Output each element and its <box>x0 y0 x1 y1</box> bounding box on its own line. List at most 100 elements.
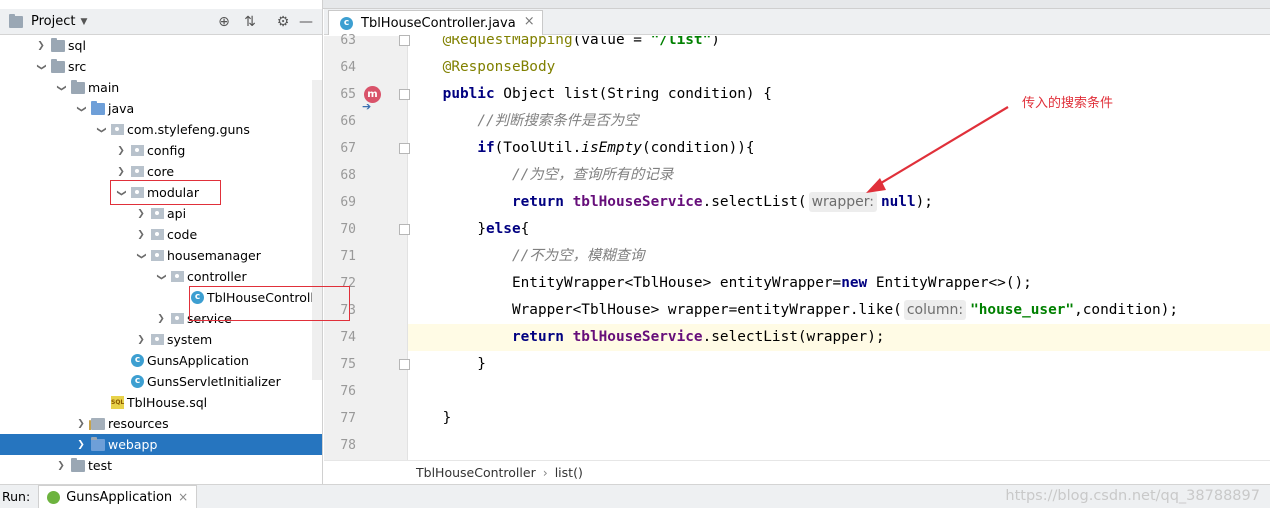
collapse-all-icon[interactable]: ⇅ <box>241 13 259 31</box>
line-number: 76 <box>340 384 356 399</box>
collapsed-arrow-icon[interactable] <box>74 418 88 429</box>
project-view-selector[interactable]: Project ▼ <box>6 13 87 29</box>
collapsed-arrow-icon[interactable] <box>154 313 168 324</box>
tree-item[interactable]: controller <box>0 266 322 287</box>
code-token: return <box>511 194 564 210</box>
code-line[interactable]: Wrapper<TblHouse> wrapper=entityWrapper.… <box>408 297 1270 324</box>
tree-item[interactable]: core <box>0 161 322 182</box>
tree-item[interactable]: code <box>0 224 322 245</box>
collapsed-arrow-icon[interactable] <box>54 460 68 471</box>
run-tab-gunsapplication[interactable]: GunsApplication × <box>38 485 198 508</box>
code-token: .selectList(wrapper); <box>702 329 885 345</box>
code-line[interactable]: public Object list(String condition) { <box>408 81 1270 108</box>
collapsed-arrow-icon[interactable] <box>114 166 128 177</box>
tab-tblhousecontroller[interactable]: TblHouseController.java × <box>328 10 543 35</box>
code-line[interactable]: }else{ <box>408 216 1270 243</box>
expanded-arrow-icon[interactable] <box>74 103 88 114</box>
tree-item[interactable]: GunsApplication <box>0 350 322 371</box>
code-token: Object list(String condition) { <box>494 86 772 102</box>
collapsed-arrow-icon[interactable] <box>134 229 148 240</box>
breadcrumb-method[interactable]: list() <box>555 465 583 480</box>
expanded-arrow-icon[interactable] <box>154 271 168 282</box>
tree-item[interactable]: main <box>0 77 322 98</box>
tree-item[interactable]: java <box>0 98 322 119</box>
line-number: 63 <box>340 33 356 48</box>
gear-icon[interactable]: ⚙ <box>274 13 292 31</box>
pkg-icon <box>131 166 144 177</box>
tree-item-label: GunsServletInitializer <box>147 374 281 389</box>
code-line[interactable] <box>408 378 1270 405</box>
expanded-arrow-icon[interactable] <box>94 124 108 135</box>
tree-item[interactable]: sql <box>0 35 322 56</box>
breadcrumb-class[interactable]: TblHouseController <box>416 465 536 480</box>
spring-boot-icon <box>47 490 61 504</box>
line-number: 75 <box>340 357 356 372</box>
locate-target-icon[interactable]: ⊕ <box>215 13 233 31</box>
expanded-arrow-icon[interactable] <box>134 250 148 261</box>
tree-scrollbar[interactable] <box>312 80 322 380</box>
code-token: { <box>520 221 530 237</box>
code-line[interactable]: @RequestMapping(value = "/list") <box>408 36 1270 54</box>
highlight-box-controller-file <box>189 286 350 321</box>
code-line[interactable]: } <box>408 351 1270 378</box>
expanded-arrow-icon[interactable] <box>54 82 68 93</box>
code-line[interactable] <box>408 432 1270 459</box>
tree-item[interactable]: src <box>0 56 322 77</box>
code-line[interactable]: return tblHouseService.selectList(wrappe… <box>408 324 1270 351</box>
parameter-hint: column: <box>903 300 967 320</box>
code-line[interactable]: return tblHouseService.selectList(wrappe… <box>408 189 1270 216</box>
code-token: ,condition); <box>1074 302 1179 318</box>
request-mapping-arrow-icon[interactable]: ➔ <box>362 100 371 113</box>
tree-item[interactable]: system <box>0 329 322 350</box>
close-icon[interactable]: × <box>524 14 535 29</box>
tree-item-label: config <box>147 143 186 158</box>
code-line[interactable]: } <box>408 405 1270 432</box>
code-token: (value = <box>572 36 651 48</box>
close-icon[interactable]: × <box>178 490 188 504</box>
code-line[interactable]: //为空，查询所有的记录 <box>408 162 1270 189</box>
tree-item-label: webapp <box>108 437 158 452</box>
tree-item[interactable]: resources <box>0 413 322 434</box>
folder-icon <box>71 457 85 472</box>
collapsed-arrow-icon[interactable] <box>114 145 128 156</box>
line-number: 77 <box>340 411 356 426</box>
code-line[interactable]: EntityWrapper<TblHouse> entityWrapper=ne… <box>408 270 1270 297</box>
code-line[interactable]: //不为空，模糊查询 <box>408 243 1270 270</box>
collapsed-arrow-icon[interactable] <box>134 334 148 345</box>
hide-panel-icon[interactable]: — <box>297 13 315 31</box>
src-icon <box>91 100 105 115</box>
code-token: EntityWrapper<TblHouse> entityWrapper= <box>408 275 842 291</box>
line-number: 78 <box>340 438 356 453</box>
collapsed-arrow-icon[interactable] <box>34 40 48 51</box>
tree-item[interactable]: com.stylefeng.guns <box>0 119 322 140</box>
folder-icon <box>71 79 85 94</box>
tree-item[interactable]: housemanager <box>0 245 322 266</box>
highlight-box-modular <box>110 180 221 205</box>
code-token: tblHouseService <box>572 329 703 345</box>
code-line[interactable]: //判断搜索条件是否为空 <box>408 108 1270 135</box>
project-panel: Project ▼ ⊕ ⇅ ⚙ — sql srcmain java com.styl… <box>0 0 323 484</box>
editor-gutter[interactable]: 63 64 65 66 67 68 69 70 71 72 73 74 75 76 77 78 m ➔ <box>324 33 410 460</box>
tree-item-label: core <box>147 164 175 179</box>
collapsed-arrow-icon[interactable] <box>74 439 88 450</box>
code-editor[interactable]: @RequestMapping(value = "/list") @Respon… <box>408 36 1270 460</box>
collapsed-arrow-icon[interactable] <box>134 208 148 219</box>
code-token: //不为空，模糊查询 <box>511 248 645 264</box>
tree-item[interactable]: api <box>0 203 322 224</box>
code-line[interactable]: if(ToolUtil.isEmpty(condition)){ <box>408 135 1270 162</box>
tree-item[interactable]: webapp <box>0 434 322 455</box>
tree-item[interactable]: test <box>0 455 322 476</box>
code-token: public <box>442 86 495 102</box>
parameter-hint: wrapper: <box>808 192 877 212</box>
tree-item[interactable]: config <box>0 140 322 161</box>
tree-item[interactable]: TblHouse.sql <box>0 392 322 413</box>
expanded-arrow-icon[interactable] <box>34 61 48 72</box>
code-line[interactable]: @ResponseBody <box>408 54 1270 81</box>
line-number: 69 <box>340 195 356 210</box>
code-token: @RequestMapping <box>442 36 573 48</box>
breadcrumb: TblHouseController › list() <box>324 460 1270 484</box>
tree-item[interactable]: GunsServletInitializer <box>0 371 322 392</box>
